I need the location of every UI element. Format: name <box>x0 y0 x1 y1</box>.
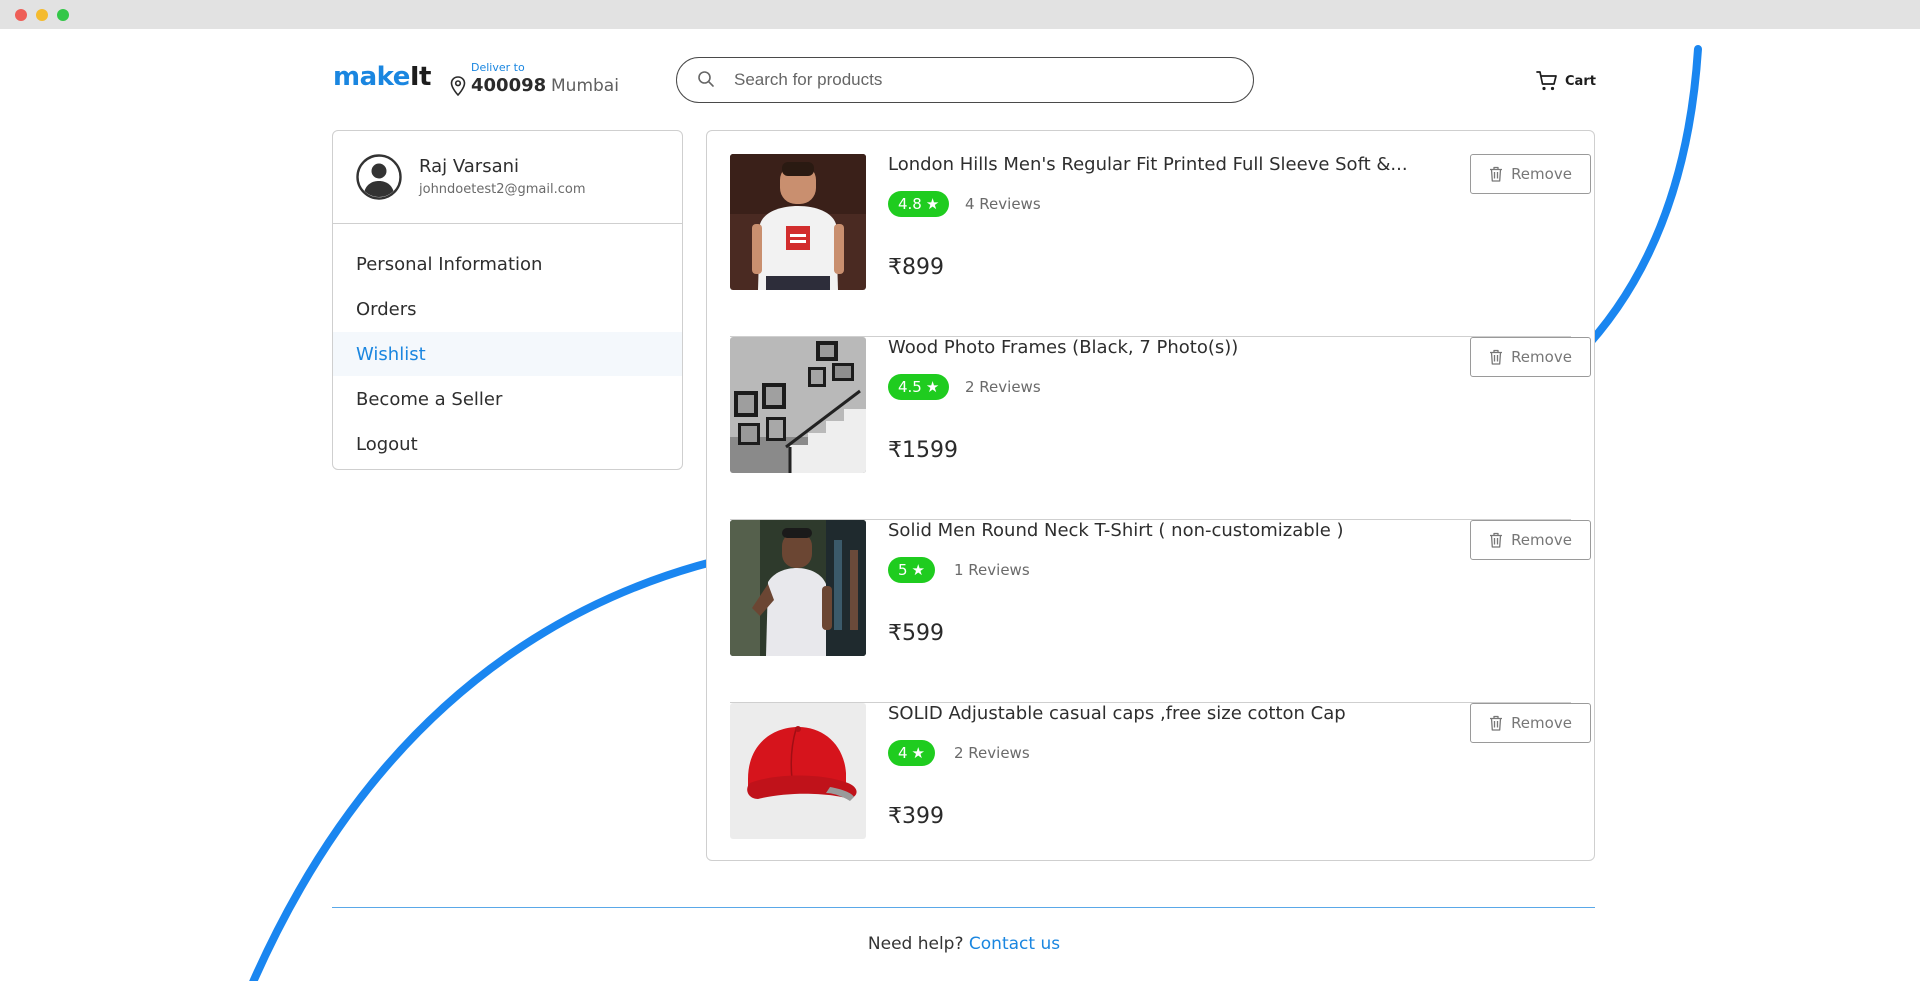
product-price: ₹599 <box>888 621 944 646</box>
logo-text-it: It <box>409 62 432 92</box>
wishlist-item: SOLID Adjustable casual caps ,free size … <box>730 703 1591 886</box>
menu-item-orders[interactable]: Orders <box>333 287 682 331</box>
review-count: 2 Reviews <box>965 378 1041 396</box>
wishlist-item: Wood Photo Frames (Black, 7 Photo(s)) 4.… <box>730 337 1591 520</box>
product-image[interactable] <box>730 154 866 290</box>
search-input[interactable] <box>734 67 1234 93</box>
rating-badge: 4.5 ★ <box>888 374 950 400</box>
rating-value: 4 <box>898 744 908 762</box>
user-avatar-icon <box>356 154 402 200</box>
rating-badge: 4 ★ <box>888 740 935 766</box>
trash-icon <box>1490 715 1503 731</box>
product-price: ₹1599 <box>888 438 958 463</box>
delivery-city: Mumbai <box>551 76 619 96</box>
review-count: 2 Reviews <box>954 744 1030 762</box>
product-title[interactable]: Wood Photo Frames (Black, 7 Photo(s)) <box>888 337 1408 358</box>
product-price: ₹399 <box>888 804 944 829</box>
brand-logo[interactable]: makeIt <box>333 62 431 92</box>
product-price: ₹899 <box>888 255 944 280</box>
remove-button[interactable]: Remove <box>1470 154 1591 194</box>
product-photo-white-tshirt <box>730 154 866 290</box>
review-count: 4 Reviews <box>965 195 1041 213</box>
product-title[interactable]: Solid Men Round Neck T-Shirt ( non-custo… <box>888 520 1408 541</box>
page: makeIt Deliver to 400098 Mumbai Cart <box>0 29 1920 981</box>
deliver-to-label: Deliver to <box>471 61 525 74</box>
delivery-pincode: 400098 <box>471 75 547 96</box>
star-icon: ★ <box>911 744 925 762</box>
account-sidebar: Raj Varsani johndoetest2@gmail.com Perso… <box>332 130 683 470</box>
remove-button[interactable]: Remove <box>1470 337 1591 377</box>
contact-us-link[interactable]: Contact us <box>969 934 1060 954</box>
menu-item-personal-information[interactable]: Personal Information <box>333 242 682 286</box>
product-image[interactable] <box>730 337 866 473</box>
product-photo-red-cap <box>730 703 866 839</box>
remove-label: Remove <box>1511 531 1572 549</box>
window-maximize-button[interactable] <box>57 9 69 21</box>
cart-label: Cart <box>1565 73 1596 89</box>
product-photo-round-neck-tshirt <box>730 520 866 656</box>
remove-label: Remove <box>1511 348 1572 366</box>
window-minimize-button[interactable] <box>36 9 48 21</box>
trash-icon <box>1490 166 1503 182</box>
user-email: johndoetest2@gmail.com <box>419 182 586 197</box>
rating-badge: 4.8 ★ <box>888 191 950 217</box>
menu-item-become-a-seller[interactable]: Become a Seller <box>333 377 682 421</box>
product-title[interactable]: SOLID Adjustable casual caps ,free size … <box>888 703 1408 724</box>
rating-value: 4.5 <box>898 378 922 396</box>
trash-icon <box>1490 349 1503 365</box>
help-text: Need help? <box>867 934 964 954</box>
window-close-button[interactable] <box>15 9 27 21</box>
search-icon <box>698 71 714 87</box>
window-titlebar <box>0 0 1920 29</box>
search-bar[interactable] <box>676 57 1254 103</box>
rating-value: 5 <box>898 561 908 579</box>
remove-label: Remove <box>1511 714 1572 732</box>
product-image[interactable] <box>730 703 866 839</box>
star-icon: ★ <box>911 561 925 579</box>
star-icon: ★ <box>925 378 940 396</box>
menu-item-logout[interactable]: Logout <box>333 422 682 466</box>
star-icon: ★ <box>925 195 940 213</box>
user-name: Raj Varsani <box>419 156 520 177</box>
trash-icon <box>1490 532 1503 548</box>
remove-button[interactable]: Remove <box>1470 703 1591 743</box>
rating-value: 4.8 <box>898 195 922 213</box>
remove-label: Remove <box>1511 165 1572 183</box>
product-title[interactable]: London Hills Men's Regular Fit Printed F… <box>888 154 1408 175</box>
menu-item-wishlist[interactable]: Wishlist <box>333 332 682 376</box>
footer-help: Need help? Contact us <box>0 934 1920 954</box>
location-pin-icon <box>450 76 466 96</box>
wishlist-item: Solid Men Round Neck T-Shirt ( non-custo… <box>730 520 1591 703</box>
cart-icon <box>1536 71 1557 91</box>
wishlist-item: London Hills Men's Regular Fit Printed F… <box>730 154 1591 337</box>
profile-card: Raj Varsani johndoetest2@gmail.com <box>333 131 682 224</box>
cart-button[interactable]: Cart <box>1535 68 1596 94</box>
wishlist-panel: London Hills Men's Regular Fit Printed F… <box>706 130 1595 861</box>
product-photo-photo-frames <box>730 337 866 473</box>
product-image[interactable] <box>730 520 866 656</box>
rating-badge: 5 ★ <box>888 557 935 583</box>
logo-text-make: make <box>333 62 410 92</box>
remove-button[interactable]: Remove <box>1470 520 1591 560</box>
review-count: 1 Reviews <box>954 561 1030 579</box>
footer-divider <box>332 907 1595 908</box>
